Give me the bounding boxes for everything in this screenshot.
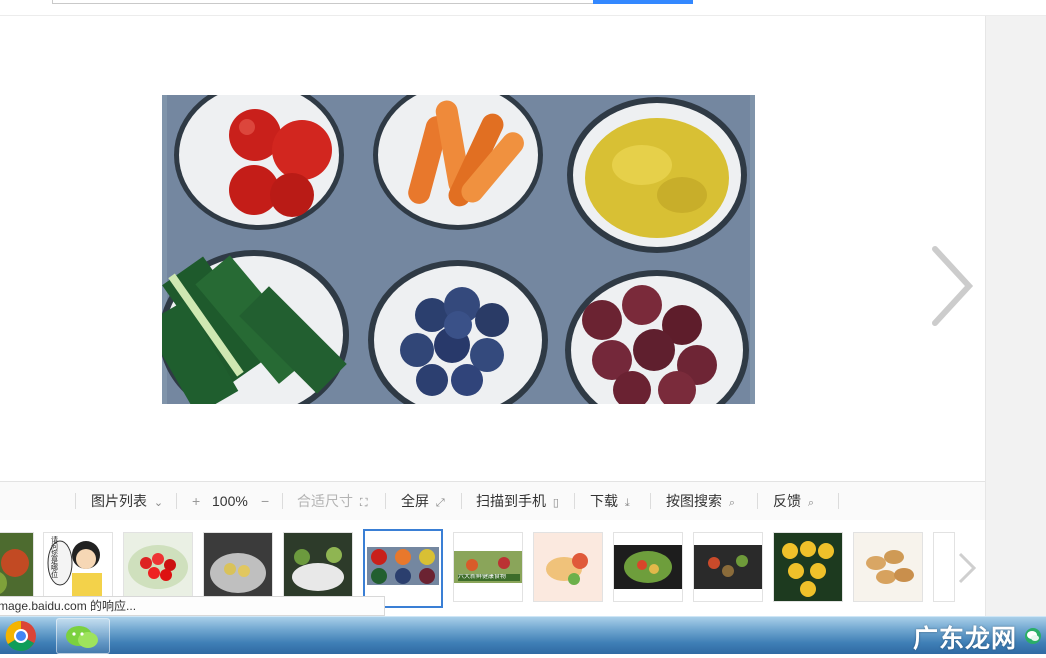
thumbnail[interactable]: 六大新鲜健康食物 bbox=[453, 532, 523, 602]
chrome-icon bbox=[5, 620, 36, 652]
fit-size-icon: ⛶ bbox=[359, 497, 368, 509]
toolbar-divider bbox=[385, 493, 386, 509]
toolbar-divider bbox=[757, 493, 758, 509]
image-viewer-stage bbox=[0, 16, 985, 481]
feedback-button[interactable]: 反馈 ⌕ bbox=[773, 482, 814, 520]
chrome-taskbar-button[interactable] bbox=[0, 618, 52, 652]
thumbnail[interactable] bbox=[283, 532, 353, 602]
fit-size-label: 合适尺寸 bbox=[297, 493, 353, 509]
right-sidebar bbox=[985, 16, 1046, 616]
taskbar: 广东龙网 bbox=[0, 616, 1046, 654]
thumbnail[interactable]: 请问您是哪位 bbox=[43, 532, 113, 602]
status-bar: mage.baidu.com 的响应... bbox=[0, 596, 385, 616]
fullscreen-button[interactable]: 全屏 ⤢ bbox=[401, 482, 445, 520]
toolbar-divider bbox=[176, 493, 177, 509]
viewer-toolbar: 图片列表 ⌄ + 100% − 合适尺寸 ⛶ 全屏 ⤢ 扫描到手机 ▯ 下载 ⤓… bbox=[0, 481, 985, 521]
thumbnail[interactable] bbox=[773, 532, 843, 602]
feedback-label: 反馈 bbox=[773, 493, 801, 509]
toolbar-divider bbox=[574, 493, 575, 509]
download-label: 下载 bbox=[590, 493, 618, 509]
thumbnail[interactable] bbox=[693, 532, 763, 602]
status-text: mage.baidu.com 的响应... bbox=[0, 599, 137, 613]
thumbnail[interactable] bbox=[533, 532, 603, 602]
scan-to-phone-label: 扫描到手机 bbox=[476, 493, 546, 509]
thumbnail[interactable] bbox=[853, 532, 923, 602]
fullscreen-label: 全屏 bbox=[401, 493, 429, 509]
wechat-taskbar-button[interactable] bbox=[56, 618, 110, 654]
thumbnail[interactable] bbox=[203, 532, 273, 602]
toolbar-divider bbox=[282, 493, 283, 509]
fullscreen-icon: ⤢ bbox=[435, 497, 445, 509]
thumbnail-next-button[interactable] bbox=[950, 548, 980, 588]
chevron-down-circle-icon: ⌄ bbox=[153, 497, 164, 509]
zoom-in-button[interactable]: + bbox=[192, 482, 200, 520]
fit-size-button[interactable]: 合适尺寸 ⛶ bbox=[297, 482, 368, 520]
chevron-right-icon bbox=[958, 552, 977, 584]
tray-wechat-icon[interactable] bbox=[1024, 627, 1042, 645]
scan-to-phone-button[interactable]: 扫描到手机 ▯ bbox=[476, 482, 559, 520]
toolbar-divider bbox=[838, 493, 839, 509]
search-by-image-button[interactable]: 按图搜索 ⌕ bbox=[666, 482, 735, 520]
search-by-image-label: 按图搜索 bbox=[666, 493, 722, 509]
thumbnail-caption: 六大新鲜健康食物 bbox=[458, 574, 520, 581]
search-input[interactable] bbox=[52, 0, 595, 4]
thumbnail[interactable] bbox=[613, 532, 683, 602]
image-list-label: 图片列表 bbox=[91, 493, 147, 509]
search-button[interactable] bbox=[593, 0, 693, 4]
next-arrow-icon bbox=[932, 246, 974, 326]
toolbar-divider bbox=[461, 493, 462, 509]
zoom-level: 100% bbox=[212, 493, 248, 509]
image-list-button[interactable]: 图片列表 ⌄ bbox=[91, 482, 163, 520]
thumbnail[interactable] bbox=[0, 532, 34, 602]
main-image bbox=[162, 95, 755, 404]
top-search-bar bbox=[0, 0, 1046, 16]
watermark-text: 广东龙网 bbox=[913, 624, 1018, 653]
image-search-icon: ⌕ bbox=[728, 497, 736, 509]
wechat-icon bbox=[66, 626, 98, 648]
next-image-button[interactable] bbox=[925, 241, 985, 331]
thumbnail-caption: 请问您是哪位 bbox=[51, 537, 58, 579]
phone-icon: ▯ bbox=[552, 497, 559, 509]
feedback-icon: ⌕ bbox=[807, 497, 815, 509]
thumbnail[interactable] bbox=[123, 532, 193, 602]
toolbar-divider bbox=[75, 493, 76, 509]
download-icon: ⤓ bbox=[624, 497, 630, 509]
toolbar-divider bbox=[650, 493, 651, 509]
zoom-out-button[interactable]: − bbox=[261, 482, 269, 520]
download-button[interactable]: 下载 ⤓ bbox=[590, 482, 630, 520]
